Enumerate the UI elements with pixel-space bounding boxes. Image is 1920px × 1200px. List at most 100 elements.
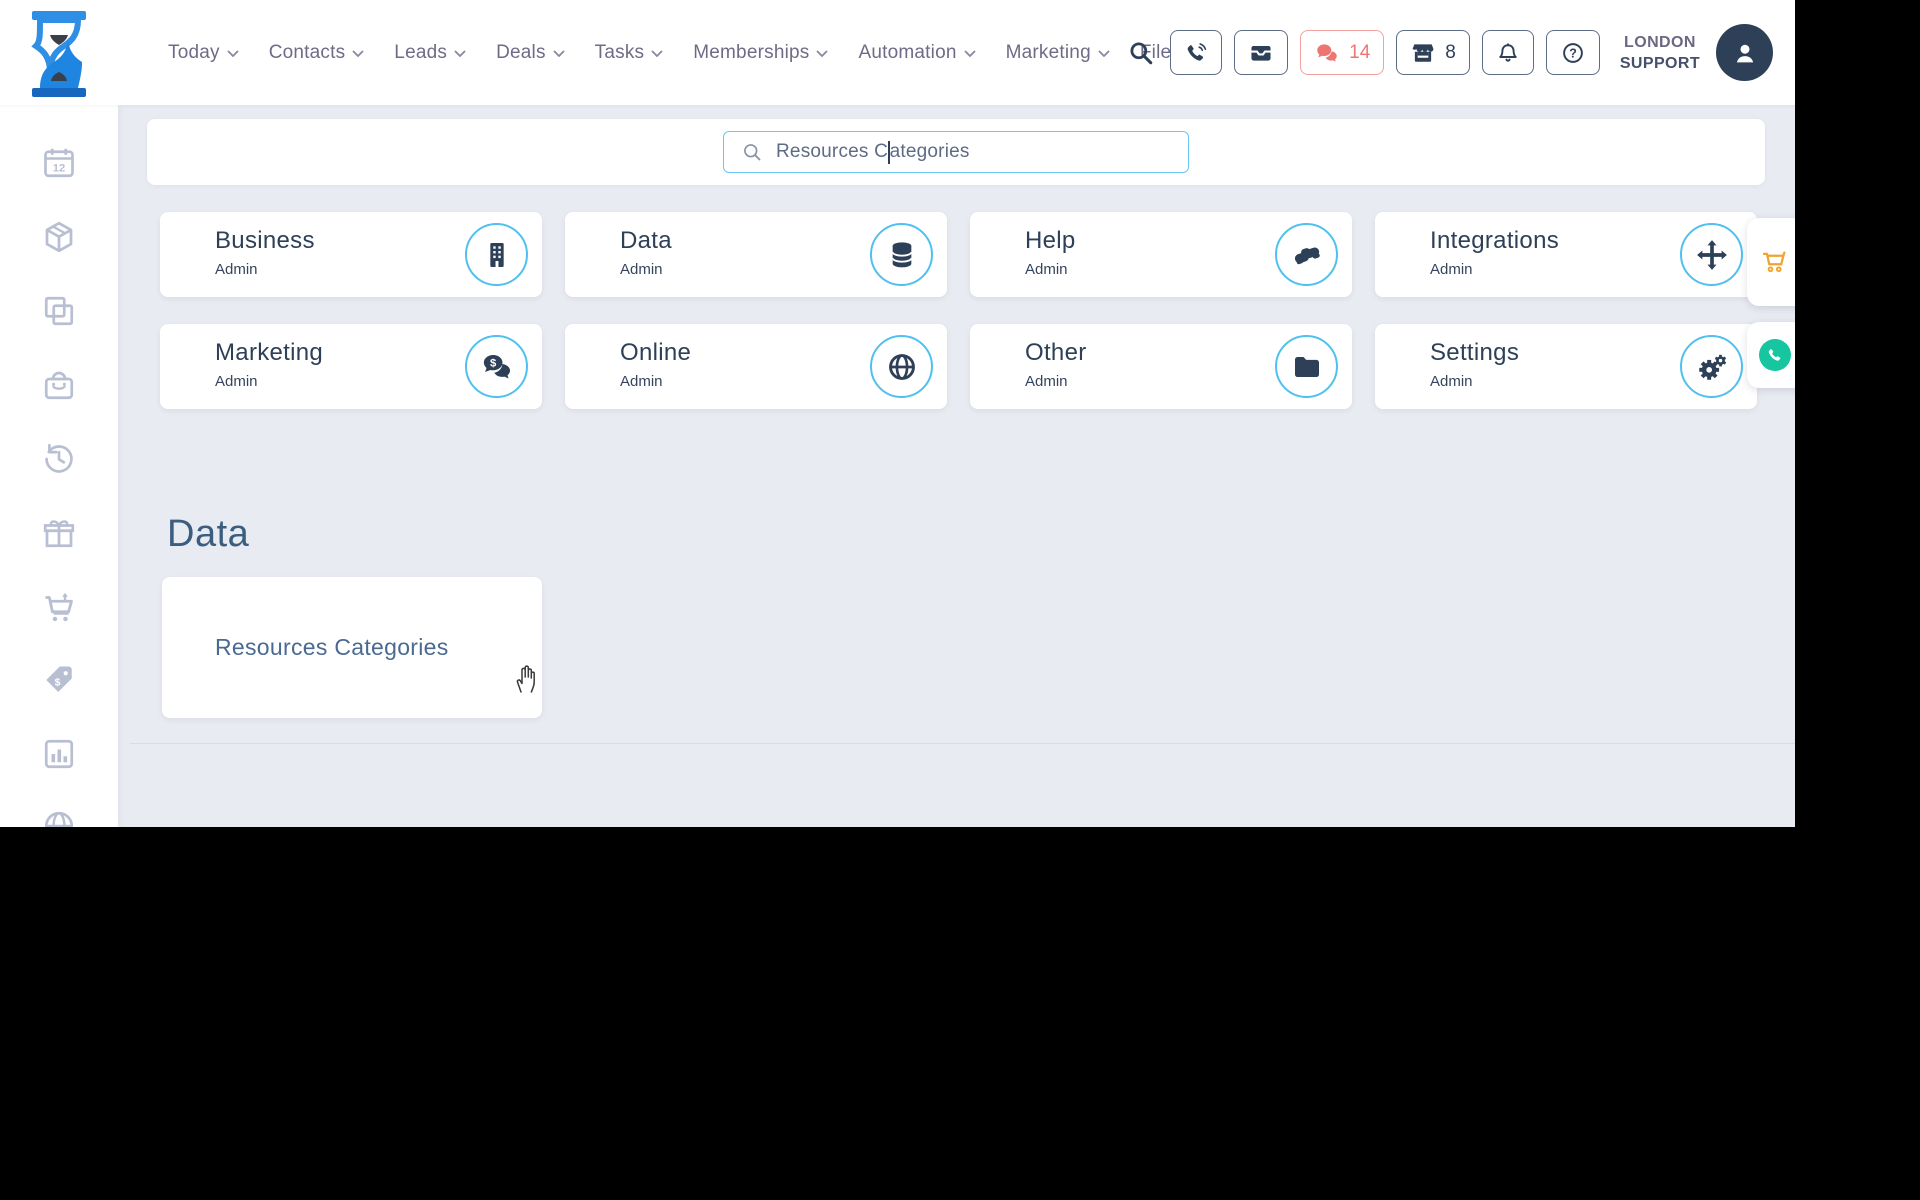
card-settings[interactable]: Settings Admin xyxy=(1375,324,1757,409)
nav-item-leads[interactable]: Leads xyxy=(394,42,466,64)
building-icon xyxy=(465,223,528,286)
chevron-down-icon xyxy=(1098,49,1110,57)
gears-icon xyxy=(1680,335,1743,398)
folder-icon xyxy=(1275,335,1338,398)
search-input-value: Resources Categories xyxy=(776,140,970,164)
bar-chart-icon[interactable] xyxy=(41,736,77,772)
chevron-down-icon xyxy=(352,49,364,57)
nav-item-memberships[interactable]: Memberships xyxy=(693,42,829,64)
price-tag-icon[interactable]: $ xyxy=(41,662,77,698)
card-title: Help xyxy=(1025,227,1076,254)
nav-item-contacts[interactable]: Contacts xyxy=(269,42,365,64)
search-text-after-caret: ategories xyxy=(889,141,970,162)
help-button[interactable]: ? xyxy=(1545,30,1600,75)
card-online[interactable]: Online Admin xyxy=(565,324,947,409)
card-title: Data xyxy=(620,227,672,254)
notifications-button[interactable] xyxy=(1481,30,1534,75)
card-subtitle: Admin xyxy=(215,373,258,390)
nav-label: Today xyxy=(168,41,220,63)
main-nav: Today Contacts Leads Deals Tasks Members… xyxy=(168,0,1181,105)
top-bar: Today Contacts Leads Deals Tasks Members… xyxy=(0,0,1795,105)
move-arrows-icon xyxy=(1680,223,1743,286)
svg-text:$: $ xyxy=(55,676,61,688)
cart-add-icon[interactable] xyxy=(41,590,77,626)
section-title: Data xyxy=(167,513,250,555)
card-subtitle: Admin xyxy=(1025,373,1068,390)
card-title: Other xyxy=(1025,339,1087,366)
card-subtitle: Admin xyxy=(620,261,663,278)
search-text-before-caret: Resources C xyxy=(776,141,889,162)
history-icon[interactable] xyxy=(41,441,77,477)
resources-categories-card[interactable]: Resources Categories xyxy=(162,577,542,718)
phone-button[interactable] xyxy=(1170,30,1223,75)
svg-text:12: 12 xyxy=(53,162,66,174)
card-title: Integrations xyxy=(1430,227,1560,254)
search-panel: Resources Categories xyxy=(147,119,1765,185)
nav-item-today[interactable]: Today xyxy=(168,42,239,64)
nav-label: Marketing xyxy=(1005,41,1091,63)
user-avatar[interactable] xyxy=(1716,24,1773,81)
nav-item-deals[interactable]: Deals xyxy=(496,42,565,64)
nav-item-automation[interactable]: Automation xyxy=(858,42,976,64)
nav-item-marketing[interactable]: Marketing xyxy=(1006,42,1110,64)
store-icon xyxy=(1412,43,1434,62)
chat-count-badge: 14 xyxy=(1349,41,1371,63)
card-title: Online xyxy=(620,339,692,366)
copy-icon[interactable] xyxy=(41,293,77,329)
search-input[interactable]: Resources Categories xyxy=(723,131,1189,173)
gift-icon[interactable] xyxy=(41,515,77,551)
calendar-12-icon[interactable]: 12 xyxy=(41,145,77,181)
inbox-icon xyxy=(1251,45,1271,61)
help-icon: ? xyxy=(1562,42,1583,63)
nav-label: Contacts xyxy=(268,41,346,63)
floating-cart-button[interactable] xyxy=(1747,218,1795,306)
chat-notifications-button[interactable]: 14 xyxy=(1300,30,1385,75)
main-content: Resources Categories Business Admin Data… xyxy=(118,105,1795,827)
app-window: Today Contacts Leads Deals Tasks Members… xyxy=(0,0,1795,827)
topbar-actions: 14 8 ? LONDON SUPPORT xyxy=(1128,0,1773,105)
nav-item-tasks[interactable]: Tasks xyxy=(595,42,664,64)
chevron-down-icon xyxy=(553,49,565,57)
chevron-down-icon xyxy=(651,49,663,57)
phone-icon xyxy=(1187,42,1207,61)
person-icon xyxy=(1736,44,1753,62)
inbox-button[interactable] xyxy=(1234,30,1289,75)
database-icon xyxy=(870,223,933,286)
chevron-down-icon xyxy=(227,49,239,57)
card-other[interactable]: Other Admin xyxy=(970,324,1352,409)
package-icon[interactable] xyxy=(41,219,77,255)
chevron-down-icon xyxy=(454,49,466,57)
handshake-icon xyxy=(1275,223,1338,286)
account-name-line2: SUPPORT xyxy=(1619,54,1700,72)
card-subtitle: Admin xyxy=(1025,261,1068,278)
left-sidebar: 12 $ xyxy=(0,105,118,827)
card-title: Settings xyxy=(1430,339,1520,366)
card-title: Business xyxy=(215,227,315,254)
globe-sidebar-icon[interactable] xyxy=(41,808,77,827)
card-help[interactable]: Help Admin xyxy=(970,212,1352,297)
card-subtitle: Admin xyxy=(215,261,258,278)
content-divider xyxy=(130,743,1795,744)
admin-cards-grid: Business Admin Data Admin Help Admin Int… xyxy=(160,212,1757,409)
card-data[interactable]: Data Admin xyxy=(565,212,947,297)
basket-icon[interactable] xyxy=(41,367,77,403)
card-integrations[interactable]: Integrations Admin xyxy=(1375,212,1757,297)
shopping-cart-icon xyxy=(1762,251,1786,273)
card-subtitle: Admin xyxy=(620,373,663,390)
card-marketing[interactable]: Marketing Admin $ xyxy=(160,324,542,409)
card-title: Marketing xyxy=(215,339,324,366)
globe-icon xyxy=(870,335,933,398)
floating-whatsapp-button[interactable] xyxy=(1747,322,1795,388)
chat-dollar-icon: $ xyxy=(465,335,528,398)
chevron-down-icon xyxy=(963,49,976,57)
store-button[interactable]: 8 xyxy=(1396,30,1470,75)
search-icon[interactable] xyxy=(1128,40,1154,66)
nav-label: Leads xyxy=(394,41,448,63)
card-business[interactable]: Business Admin xyxy=(160,212,542,297)
search-input-icon xyxy=(744,144,761,161)
nav-label: Tasks xyxy=(594,41,645,63)
hourglass-logo-icon[interactable] xyxy=(30,11,88,97)
bell-icon xyxy=(1499,42,1517,62)
nav-label: Deals xyxy=(496,41,546,63)
account-name-line1: LONDON xyxy=(1624,33,1696,51)
